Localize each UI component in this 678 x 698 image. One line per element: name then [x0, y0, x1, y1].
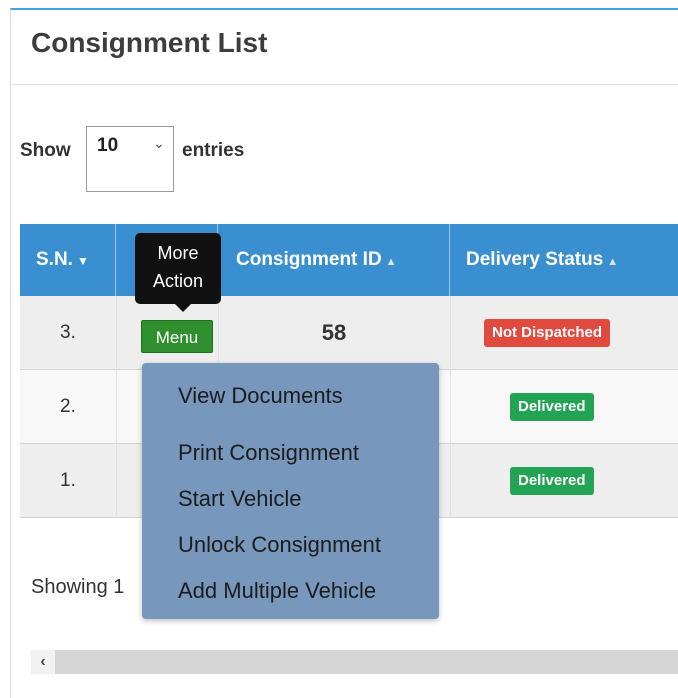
- th-consignment-id[interactable]: Consignment ID ▲︎: [218, 224, 450, 296]
- caret-down-icon: ▼: [76, 254, 89, 268]
- menu-item-print-consignment[interactable]: Print Consignment: [178, 440, 359, 466]
- action-dropdown-menu: View Documents Print Consignment Start V…: [142, 363, 439, 619]
- tooltip-line-2: Action: [152, 271, 204, 291]
- sort-icon: ▲︎: [385, 256, 397, 268]
- menu-item-view-documents[interactable]: View Documents: [178, 383, 343, 409]
- menu-item-unlock-consignment[interactable]: Unlock Consignment: [178, 532, 381, 558]
- menu-button[interactable]: Menu: [141, 320, 213, 353]
- cell-sn: 1.: [60, 470, 76, 491]
- cell-sn: 2.: [60, 396, 76, 417]
- chevron-down-icon: ⌄: [153, 135, 165, 151]
- status-badge: Delivered: [510, 467, 594, 495]
- sort-icon: ▲︎: [607, 256, 619, 268]
- table-info: Showing 1: [31, 576, 125, 598]
- page-title: Consignment List: [31, 27, 268, 58]
- more-action-tooltip: More Action: [135, 233, 221, 312]
- table-row: 3. 58 Not Dispatched: [20, 296, 678, 370]
- chevron-left-icon[interactable]: ‹: [31, 650, 55, 674]
- entries-select[interactable]: 10 ⌄: [86, 126, 174, 192]
- show-label: Show: [20, 140, 71, 161]
- table-header: S.N. ▼ Consignment ID ▲︎ Delivery Status ▲︎: [20, 224, 678, 296]
- cell-consignment-id: 58: [321, 320, 347, 345]
- status-badge: Delivered: [510, 393, 594, 421]
- status-badge: Not Dispatched: [484, 319, 611, 347]
- th-sn[interactable]: S.N. ▼: [20, 224, 116, 296]
- panel-header: Consignment List: [11, 10, 678, 85]
- horizontal-scrollbar[interactable]: ‹: [31, 650, 678, 674]
- th-delivery-status[interactable]: Delivery Status ▲︎: [450, 224, 678, 296]
- cell-sn: 3.: [60, 322, 76, 343]
- tooltip-line-1: More: [157, 243, 199, 263]
- entries-select-value: 10: [97, 135, 119, 156]
- menu-item-start-vehicle[interactable]: Start Vehicle: [178, 486, 302, 512]
- menu-item-add-multiple-vehicle[interactable]: Add Multiple Vehicle: [178, 578, 376, 604]
- entries-label: entries: [182, 140, 245, 161]
